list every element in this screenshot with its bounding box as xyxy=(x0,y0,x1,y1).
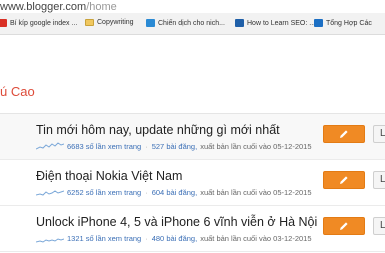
new-post-button[interactable] xyxy=(323,171,365,189)
bookmark-item[interactable]: Chiến dịch cho nich... xyxy=(146,19,225,27)
view-blog-button[interactable]: L xyxy=(373,125,385,143)
bookmark-item[interactable]: How to Learn SEO: ... xyxy=(235,19,315,27)
blog-meta: 6683 số lần xem trang · 527 bài đăng, xu… xyxy=(36,141,312,151)
view-blog-button[interactable]: L xyxy=(373,217,385,235)
url-host: www.blogger.com xyxy=(0,1,87,13)
pageviews-link[interactable]: 1321 số lần xem trang xyxy=(67,234,141,243)
blog-meta: 6252 số lần xem trang · 604 bài đăng, xu… xyxy=(36,187,312,197)
bookmark-label: Copywriting xyxy=(97,19,134,26)
separator: · xyxy=(145,233,148,243)
separator: · xyxy=(145,187,148,197)
pencil-icon xyxy=(340,130,348,138)
view-blog-button[interactable]: L xyxy=(373,171,385,189)
blog-name-link[interactable]: Unlock iPhone 4, 5 và iPhone 6 vĩnh viễn… xyxy=(36,215,317,229)
m-favicon-icon xyxy=(235,19,244,27)
last-published: xuất bản lần cuối vào 03-12-2015 xyxy=(200,233,312,243)
pageviews-link[interactable]: 6683 số lần xem trang xyxy=(67,142,141,151)
new-post-button[interactable] xyxy=(323,125,365,143)
separator: · xyxy=(145,141,148,151)
blog-meta: 1321 số lần xem trang · 480 bài đăng, xu… xyxy=(36,233,312,243)
bookmark-item[interactable]: Bí kíp google index ... xyxy=(0,19,77,27)
last-published: xuất bản lần cuối vào 05-12-2015 xyxy=(200,187,312,197)
last-published: xuất bản lần cuối vào 05-12-2015 xyxy=(200,141,312,151)
folder-icon xyxy=(85,19,94,26)
posts-count-link[interactable]: 604 bài đăng, xyxy=(152,188,197,197)
pencil-icon xyxy=(340,222,348,230)
url-text[interactable]: www.blogger.com/home xyxy=(0,1,117,13)
pageviews-link[interactable]: 6252 số lần xem trang xyxy=(67,188,141,197)
pageview-sparkline-icon xyxy=(36,238,64,243)
list-item: Unlock iPhone 4, 5 và iPhone 6 vĩnh viễn… xyxy=(0,206,385,252)
blog-name-link[interactable]: Điện thoại Nokia Việt Nam xyxy=(36,169,182,183)
blog-list: Tin mới hôm nay, update những gì mới nhấ… xyxy=(0,113,385,253)
pageview-sparkline-icon xyxy=(36,142,64,150)
bookmark-item[interactable]: Tổng Hợp Các xyxy=(314,19,372,27)
posts-count-link[interactable]: 480 bài đăng, xyxy=(152,234,197,243)
bookmark-label: Chiến dịch cho nich... xyxy=(158,19,225,27)
posts-count-link[interactable]: 527 bài đăng, xyxy=(152,142,197,151)
sheet-icon xyxy=(146,19,155,27)
bookmark-label: Tổng Hợp Các xyxy=(326,19,372,27)
list-item: Tin mới hôm nay, update những gì mới nhấ… xyxy=(0,114,385,160)
url-path: /home xyxy=(86,1,117,13)
bookmarks-bar: Bí kíp google index ... Copywriting Chiế… xyxy=(0,13,385,35)
pencil-icon xyxy=(340,176,348,184)
blog-name-link[interactable]: Tin mới hôm nay, update những gì mới nhấ… xyxy=(36,123,280,137)
page-title: ú Cao xyxy=(0,84,35,99)
list-item: Điện thoại Nokia Việt Nam 6252 số lần xe… xyxy=(0,160,385,206)
bookmark-label: How to Learn SEO: ... xyxy=(247,19,316,27)
new-post-button[interactable] xyxy=(323,217,365,235)
pageview-sparkline-icon xyxy=(36,190,64,196)
bookmark-folder[interactable]: Copywriting xyxy=(85,19,134,26)
bookmark-label: Bí kíp google index ... xyxy=(10,19,78,27)
red-favicon-icon xyxy=(0,19,7,27)
v-favicon-icon xyxy=(314,19,323,27)
address-bar[interactable]: www.blogger.com/home xyxy=(0,0,385,13)
